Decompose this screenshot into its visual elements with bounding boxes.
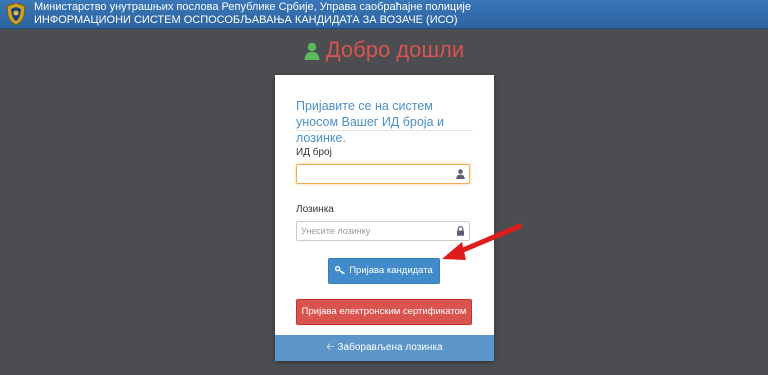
page-title-text: Добро дошли xyxy=(325,37,465,62)
police-crest-icon xyxy=(6,2,26,26)
arrow-left-icon: 🡠 xyxy=(326,342,335,353)
page-title: Добро дошли xyxy=(0,36,768,64)
id-number-input[interactable] xyxy=(296,164,470,184)
candidate-login-label: Пријава кандидата xyxy=(349,265,433,276)
system-name: ИНФОРМАЦИОНИ СИСТЕМ ОСПОСОБЉАВАЊА КАНДИД… xyxy=(34,14,458,26)
password-label: Лозинка xyxy=(296,204,334,215)
certificate-login-label: Пријава електронским сертификатом xyxy=(301,306,467,317)
divider xyxy=(296,130,473,131)
forgot-password-label: Заборављена лозинка xyxy=(337,342,443,353)
app-header: Министарство унутрашњих послова Републик… xyxy=(0,0,768,29)
user-icon xyxy=(304,42,320,60)
candidate-login-button[interactable]: Пријава кандидата xyxy=(328,258,440,284)
login-panel: Пријавите се на систем уносом Вашег ИД б… xyxy=(275,75,494,361)
login-intro-text: Пријавите се на систем уносом Вашег ИД б… xyxy=(296,99,444,145)
ministry-name: Министарство унутрашњих послова Републик… xyxy=(34,1,471,13)
forgot-password-link[interactable]: 🡠 Заборављена лозинка xyxy=(275,335,494,361)
red-arrow-annotation xyxy=(442,223,522,260)
user-icon xyxy=(456,169,465,179)
id-label: ИД број xyxy=(296,147,332,158)
certificate-login-button[interactable]: Пријава електронским сертификатом xyxy=(296,299,472,325)
password-placeholder: Унесите лозинку xyxy=(301,226,371,236)
key-icon xyxy=(335,266,346,274)
